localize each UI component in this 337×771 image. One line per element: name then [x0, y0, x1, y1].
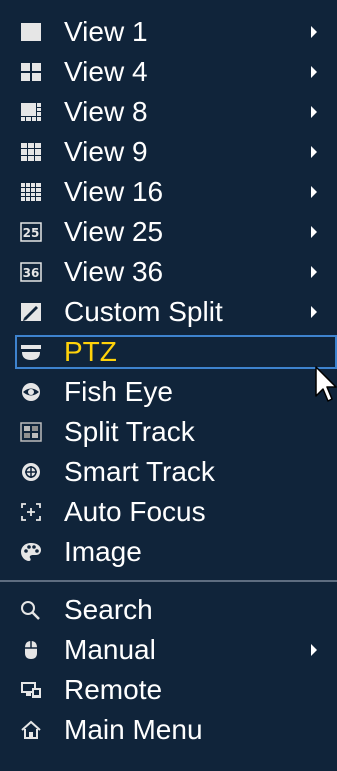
view-1-icon [19, 20, 43, 44]
split-track-icon [19, 420, 43, 444]
submenu-arrow-icon [311, 266, 317, 278]
custom-split-icon [19, 300, 43, 324]
menu-item-custom-split[interactable]: Custom Split [0, 292, 337, 332]
view-16-icon [19, 180, 43, 204]
remote-icon [19, 678, 43, 702]
submenu-arrow-icon [311, 226, 317, 238]
menu-item-split-track[interactable]: Split Track [0, 412, 337, 452]
menu-item-manual[interactable]: Manual [0, 630, 337, 670]
search-icon [19, 598, 43, 622]
view-8-icon [19, 100, 43, 124]
menu-item-auto-focus[interactable]: Auto Focus [0, 492, 337, 532]
menu-item-label: View 9 [64, 136, 148, 167]
submenu-arrow-icon [311, 26, 317, 38]
main-menu-icon [19, 718, 43, 742]
menu-item-label: Split Track [64, 416, 195, 447]
menu-item-view-8[interactable]: View 8 [0, 92, 337, 132]
menu-item-search[interactable]: Search [0, 590, 337, 630]
menu-item-view-9[interactable]: View 9 [0, 132, 337, 172]
submenu-arrow-icon [311, 106, 317, 118]
submenu-arrow-icon [311, 186, 317, 198]
menu-item-remote[interactable]: Remote [0, 670, 337, 710]
menu-item-label: View 16 [64, 176, 164, 207]
menu-item-label: Remote [64, 674, 163, 705]
mouse-cursor-icon [315, 366, 337, 402]
manual-icon [19, 638, 43, 662]
submenu-arrow-icon [311, 306, 317, 318]
menu-item-view-16[interactable]: View 16 [0, 172, 337, 212]
context-menu: View 1 View 4 View 8 View 9 View 16 25 V… [0, 0, 337, 771]
menu-item-view-1[interactable]: View 1 [0, 12, 337, 52]
svg-text:25: 25 [23, 226, 40, 240]
menu-item-label: View 25 [64, 216, 164, 247]
submenu-arrow-icon [311, 644, 317, 656]
menu-item-main-menu[interactable]: Main Menu [0, 710, 337, 750]
view-4-icon [19, 60, 43, 84]
menu-item-label: Manual [64, 634, 156, 665]
menu-item-label: Fish Eye [64, 376, 173, 407]
ptz-icon [19, 340, 43, 364]
menu-divider [0, 580, 337, 582]
menu-item-label: Smart Track [64, 456, 215, 487]
menu-item-view-25[interactable]: 25 View 25 [0, 212, 337, 252]
submenu-arrow-icon [311, 146, 317, 158]
menu-item-label: Search [64, 594, 153, 625]
smart-track-icon [19, 460, 43, 484]
menu-item-fish-eye[interactable]: Fish Eye [0, 372, 337, 412]
view-25-icon: 25 [19, 220, 43, 244]
submenu-arrow-icon [311, 66, 317, 78]
menu-item-image[interactable]: Image [0, 532, 337, 572]
fish-eye-icon [19, 380, 43, 404]
menu-item-smart-track[interactable]: Smart Track [0, 452, 337, 492]
menu-item-label: Main Menu [64, 714, 203, 745]
menu-item-label: Image [64, 536, 142, 567]
menu-item-label: View 4 [64, 56, 148, 87]
auto-focus-icon [19, 500, 43, 524]
view-36-icon: 36 [19, 260, 43, 284]
menu-item-label: PTZ [64, 336, 117, 367]
menu-item-label: Custom Split [64, 296, 223, 327]
svg-text:36: 36 [23, 266, 40, 280]
menu-item-label: View 8 [64, 96, 148, 127]
menu-item-view-4[interactable]: View 4 [0, 52, 337, 92]
menu-item-label: View 1 [64, 16, 148, 47]
menu-item-label: View 36 [64, 256, 164, 287]
image-icon [19, 540, 43, 564]
view-9-icon [19, 140, 43, 164]
menu-item-view-36[interactable]: 36 View 36 [0, 252, 337, 292]
menu-item-ptz[interactable]: PTZ [15, 335, 337, 369]
menu-item-label: Auto Focus [64, 496, 206, 527]
